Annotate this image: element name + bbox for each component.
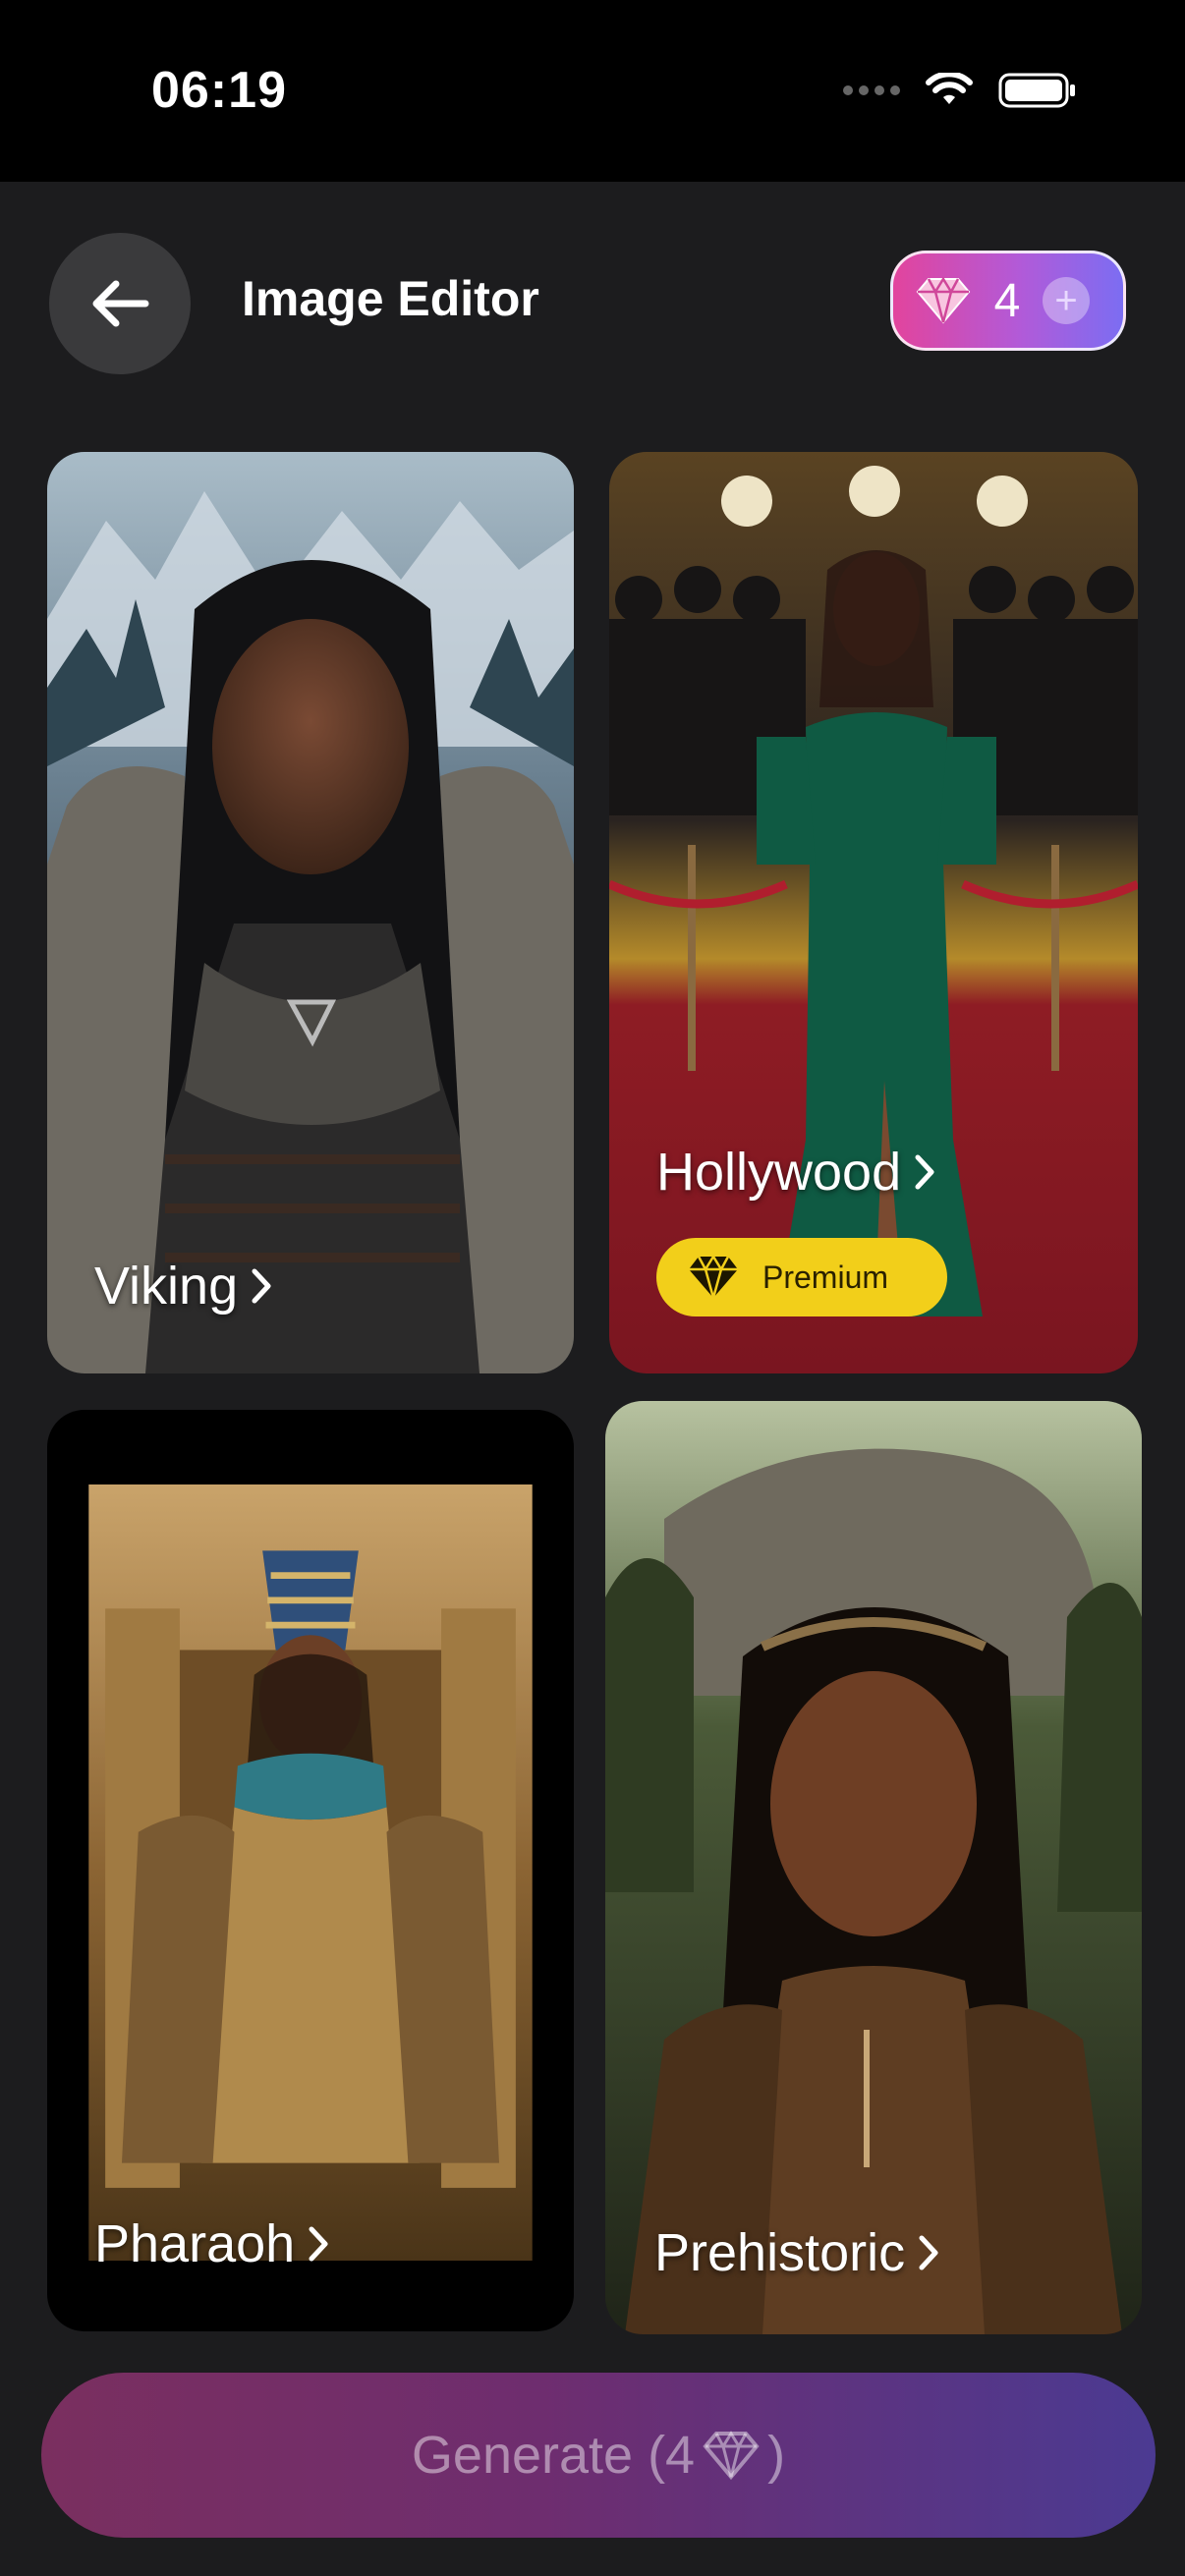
card-title-hollywood: Hollywood [656, 1143, 902, 1202]
generate-label-end: ) [767, 2426, 786, 2485]
card-label-pharaoh: Pharaoh [94, 2213, 330, 2274]
card-label-hollywood: Hollywood [656, 1142, 936, 1203]
generate-button[interactable]: Generate (4 ) [41, 2373, 1156, 2538]
style-card-viking[interactable]: Viking [47, 452, 574, 1373]
back-button[interactable] [49, 233, 191, 374]
credits-count: 4 [993, 274, 1021, 327]
back-arrow-icon [92, 280, 149, 327]
page-title: Image Editor [242, 271, 539, 326]
signal-icon [843, 85, 900, 95]
chevron-right-icon [915, 1154, 934, 1190]
style-card-pharaoh[interactable]: Pharaoh [47, 1410, 574, 2331]
viking-image [47, 452, 574, 1373]
status-bar: 06:19 [0, 0, 1185, 182]
style-card-prehistoric[interactable]: Prehistoric [605, 1401, 1142, 2334]
prehistoric-image [605, 1401, 1142, 2334]
card-label-prehistoric: Prehistoric [654, 2222, 940, 2283]
card-title-viking: Viking [94, 1257, 239, 1316]
chevron-right-icon [309, 2226, 328, 2262]
status-time: 06:19 [151, 62, 287, 119]
premium-badge-label: Premium [762, 1259, 889, 1295]
status-icons [843, 71, 1077, 110]
diamond-icon [689, 1254, 738, 1302]
hollywood-image [609, 452, 1138, 1373]
generate-label: Generate (4 [411, 2426, 696, 2485]
plus-icon[interactable]: + [1043, 277, 1090, 324]
header: Image Editor 4 + [0, 182, 1185, 437]
style-card-hollywood[interactable]: Hollywood Premium [609, 452, 1138, 1373]
diamond-icon [916, 276, 971, 324]
diamond-icon [703, 2431, 760, 2481]
card-title-pharaoh: Pharaoh [94, 2214, 296, 2273]
wifi-icon [926, 73, 973, 104]
chevron-right-icon [252, 1268, 271, 1304]
card-title-prehistoric: Prehistoric [654, 2223, 906, 2282]
chevron-right-icon [919, 2235, 938, 2270]
premium-badge: Premium [656, 1238, 947, 1316]
battery-icon [998, 73, 1075, 108]
credits-pill[interactable]: 4 + [890, 251, 1126, 351]
pharaoh-image [88, 1484, 533, 2261]
card-label-viking: Viking [94, 1256, 273, 1316]
